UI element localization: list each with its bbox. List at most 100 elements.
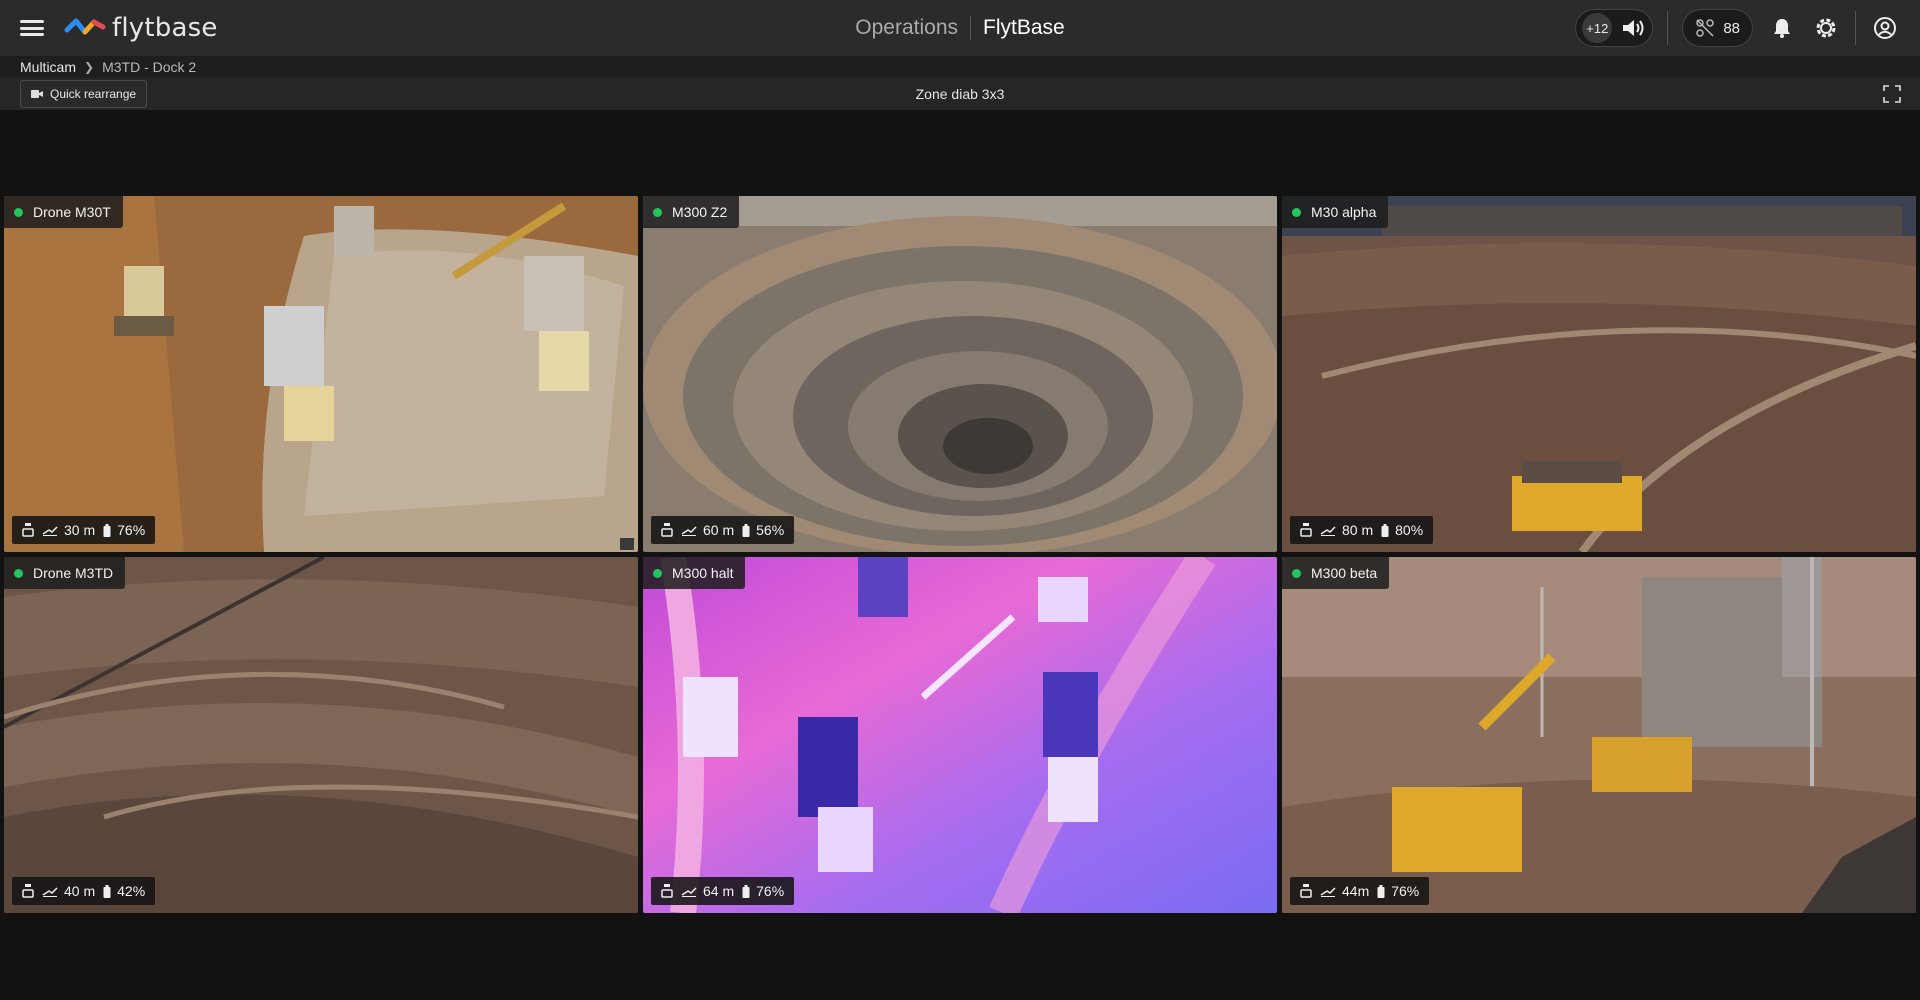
flytbase-logo-icon [64, 18, 106, 35]
drone-name: M300 beta [1311, 565, 1378, 581]
zone-title: Zone diab 3x3 [915, 86, 1005, 102]
drone-name: M300 halt [672, 565, 734, 581]
breadcrumb-current: M3TD - Dock 2 [102, 59, 197, 75]
battery-icon [1381, 523, 1389, 537]
telemetry-bar: 80 m 80% [1290, 516, 1434, 544]
user-icon [1874, 17, 1896, 39]
altitude-value: 80 m [1342, 522, 1374, 538]
tile-label: Drone M3TD [4, 557, 126, 589]
status-dot [1292, 568, 1301, 578]
gimbal-icon [1300, 523, 1312, 537]
battery-icon [103, 884, 111, 898]
gimbal-icon [22, 884, 34, 898]
audio-pill[interactable]: +12 [1575, 9, 1654, 47]
logo[interactable]: flytbase [64, 13, 218, 43]
tile-label: M300 halt [643, 557, 746, 589]
tile-label: M300 beta [1282, 557, 1390, 589]
battery-icon [742, 523, 750, 537]
altitude-icon [681, 887, 697, 897]
video-feed [643, 557, 1277, 913]
top-bar: flytbase Operations FlytBase +12 88 [0, 0, 1920, 56]
video-tile[interactable]: Drone M30T 30 m 76% [4, 196, 638, 552]
altitude-value: 30 m [64, 522, 96, 538]
logo-text: flytbase [112, 13, 218, 43]
video-tile[interactable]: Drone M3TD 40 m 42% [4, 557, 638, 913]
drone-name: M30 alpha [1311, 204, 1377, 220]
battery-value: 76% [756, 883, 785, 899]
drone-name: M300 Z2 [672, 204, 728, 220]
gimbal-icon [661, 523, 673, 537]
gimbal-icon [22, 523, 34, 537]
video-tile[interactable]: M300 Z2 60 m 56% [643, 196, 1277, 552]
video-camera-icon [31, 90, 43, 98]
tile-label: M30 alpha [1282, 196, 1389, 228]
drone-name: Drone M30T [33, 204, 111, 220]
gimbal-icon [1300, 884, 1312, 898]
video-feed [1282, 557, 1916, 913]
altitude-value: 60 m [703, 522, 735, 538]
telemetry-bar: 40 m 42% [12, 877, 156, 905]
video-tile[interactable]: M30 alpha 80 m 80% [1282, 196, 1916, 552]
bell-icon [1774, 19, 1790, 38]
notifications-button[interactable] [1767, 13, 1797, 43]
drone-name: Drone M3TD [33, 565, 114, 581]
video-feed [643, 196, 1277, 552]
fullscreen-button[interactable] [1880, 82, 1904, 106]
battery-icon [1377, 884, 1385, 898]
battery-value: 76% [117, 522, 146, 538]
speaker-icon[interactable] [1620, 17, 1646, 39]
telemetry-bar: 44m 76% [1290, 877, 1430, 905]
drones-pill[interactable]: 88 [1682, 9, 1753, 47]
drone-off-icon [1696, 19, 1715, 37]
status-dot [14, 207, 23, 217]
status-dot [653, 568, 662, 578]
gear-icon [1816, 18, 1836, 38]
altitude-icon [1320, 526, 1336, 536]
fullscreen-icon [1883, 85, 1901, 103]
altitude-icon [1320, 887, 1336, 897]
toolbar: Quick rearrange Zone diab 3x3 [0, 78, 1920, 110]
quick-rearrange-button[interactable]: Quick rearrange [20, 80, 148, 108]
battery-icon [742, 884, 750, 898]
quick-rearrange-label: Quick rearrange [50, 87, 137, 101]
altitude-value: 40 m [64, 883, 96, 899]
battery-value: 42% [117, 883, 146, 899]
breadcrumb: Multicam ❯ M3TD - Dock 2 [0, 56, 1920, 78]
settings-button[interactable] [1811, 13, 1841, 43]
tile-label: Drone M30T [4, 196, 123, 228]
resize-handle-icon[interactable] [620, 538, 634, 550]
drone-count: 88 [1723, 19, 1740, 37]
battery-value: 76% [1391, 883, 1420, 899]
telemetry-bar: 30 m 76% [12, 516, 156, 544]
altitude-value: 44m [1342, 883, 1370, 899]
status-dot [14, 568, 23, 578]
battery-icon [103, 523, 111, 537]
telemetry-bar: 60 m 56% [651, 516, 795, 544]
gimbal-icon [661, 884, 673, 898]
altitude-icon [42, 526, 58, 536]
status-dot [653, 207, 662, 217]
breadcrumb-root[interactable]: Multicam [20, 59, 76, 75]
header-divider-2 [1855, 11, 1856, 45]
telemetry-bar: 64 m 76% [651, 877, 795, 905]
video-feed [4, 557, 638, 913]
status-dot [1292, 207, 1301, 217]
battery-value: 80% [1395, 522, 1424, 538]
video-tile[interactable]: M300 beta 44m 76% [1282, 557, 1916, 913]
altitude-value: 64 m [703, 883, 735, 899]
profile-button[interactable] [1870, 13, 1900, 43]
menu-icon[interactable] [20, 16, 44, 40]
video-feed [4, 196, 638, 552]
chevron-right-icon: ❯ [84, 60, 95, 74]
header-divider [1667, 11, 1669, 45]
tile-label: M300 Z2 [643, 196, 740, 228]
brand-title: FlytBase [983, 16, 1065, 39]
altitude-icon [42, 887, 58, 897]
altitude-icon [681, 526, 697, 536]
section-title: Operations [855, 16, 972, 40]
battery-value: 56% [756, 522, 785, 538]
header-actions: +12 88 [1575, 9, 1900, 47]
video-tile[interactable]: M300 halt 64 m 76% [643, 557, 1277, 913]
audio-count-badge: +12 [1582, 13, 1613, 43]
video-feed [1282, 196, 1916, 552]
